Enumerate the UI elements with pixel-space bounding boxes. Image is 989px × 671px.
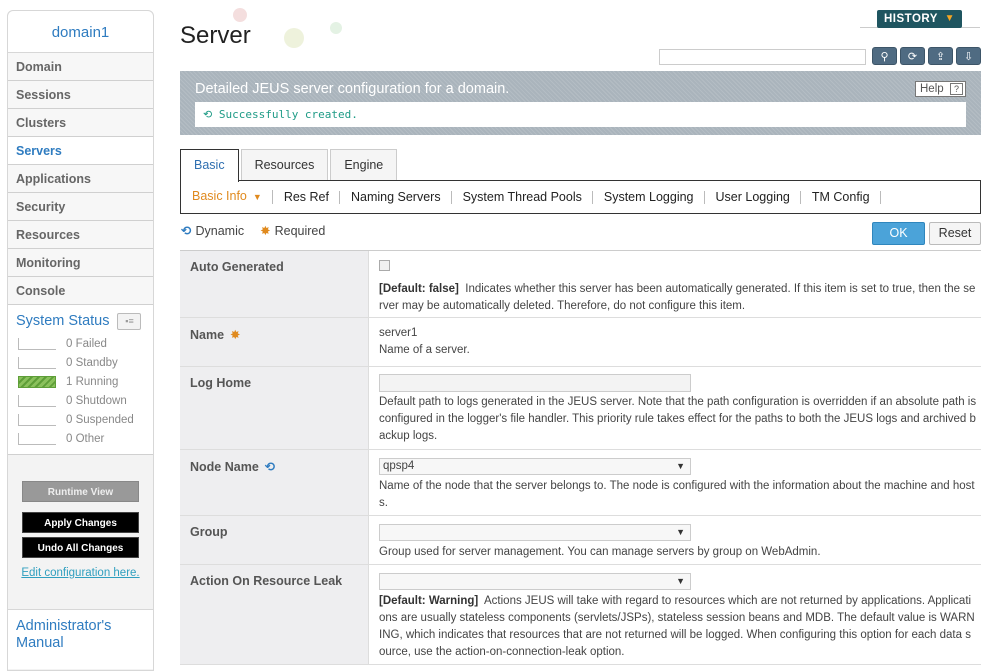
config-form: Auto Generated [Default: false] Indicate… xyxy=(180,250,981,665)
sidebar-item-console[interactable]: Console xyxy=(8,277,153,305)
status-row-running: 1 Running xyxy=(16,372,145,391)
subtab-system-thread-pools[interactable]: System Thread Pools xyxy=(463,190,593,204)
dynamic-icon: ⟲ xyxy=(264,460,276,474)
dynamic-icon: ⟲ xyxy=(181,224,192,238)
chevron-down-icon: ▼ xyxy=(944,13,955,24)
sidebar-item-resources[interactable]: Resources xyxy=(8,221,153,249)
history-button[interactable]: HISTORY ▼ xyxy=(877,10,962,28)
log-home-input[interactable] xyxy=(379,374,691,392)
required-icon: ✸ xyxy=(260,224,271,238)
status-bar xyxy=(18,432,56,445)
form-row-name: Name ✸ server1 Name of a server. xyxy=(180,318,981,367)
subtab-tm-config[interactable]: TM Config xyxy=(812,190,881,204)
status-message: ⟲ Successfully created. xyxy=(195,102,966,127)
tab-resources[interactable]: Resources xyxy=(240,149,329,181)
tab-engine[interactable]: Engine xyxy=(330,149,398,181)
subtab-basic-info[interactable]: Basic Info ▼ xyxy=(192,190,273,204)
sidebar-item-domain[interactable]: Domain xyxy=(8,53,153,81)
undo-changes-button[interactable]: Undo All Changes xyxy=(22,537,139,558)
field-label: Auto Generated xyxy=(180,251,369,317)
status-bar xyxy=(18,394,56,407)
search-icon[interactable]: ⚲ xyxy=(872,47,897,65)
status-row-suspended: 0 Suspended xyxy=(16,410,145,429)
reset-button[interactable]: Reset xyxy=(929,222,981,245)
ok-button[interactable]: OK xyxy=(872,222,925,245)
import-xml-icon[interactable]: ⇩ xyxy=(956,47,981,65)
sidebar-item-security[interactable]: Security xyxy=(8,193,153,221)
subtab-system-logging[interactable]: System Logging xyxy=(604,190,705,204)
system-status-panel: System Status ▪≡ 0 Failed 0 Standby 1 Run… xyxy=(8,305,153,455)
dropdown-arrow-icon: ▼ xyxy=(676,461,685,471)
dropdown-arrow-icon: ▼ xyxy=(676,576,685,586)
tab-bar: Basic Resources Engine xyxy=(180,149,399,182)
refresh-icon[interactable]: ⟳ xyxy=(900,47,925,65)
field-label: Group xyxy=(180,516,369,564)
search-input[interactable] xyxy=(659,49,866,65)
form-row-auto-generated: Auto Generated [Default: false] Indicate… xyxy=(180,251,981,318)
group-select[interactable]: ▼ xyxy=(379,524,691,541)
administrators-manual-link[interactable]: Administrator's Manual xyxy=(8,609,153,669)
form-row-group: Group ▼ Group used for server management… xyxy=(180,516,981,565)
form-row-log-home: Log Home Default path to logs generated … xyxy=(180,367,981,450)
help-button[interactable]: Help? xyxy=(915,81,966,97)
form-row-resource-leak: Action On Resource Leak ▼ [Default: Warn… xyxy=(180,565,981,665)
apply-changes-button[interactable]: Apply Changes xyxy=(22,512,139,533)
status-bar xyxy=(18,413,56,426)
subtab-user-logging[interactable]: User Logging xyxy=(716,190,801,204)
sidebar-item-sessions[interactable]: Sessions xyxy=(8,81,153,109)
field-label: Action On Resource Leak xyxy=(180,565,369,664)
status-bar xyxy=(18,337,56,350)
field-description: Default path to logs generated in the JE… xyxy=(379,396,977,442)
runtime-view-button[interactable]: Runtime View xyxy=(22,481,139,502)
resource-leak-select[interactable]: ▼ xyxy=(379,573,691,590)
status-row-standby: 0 Standby xyxy=(16,353,145,372)
form-row-node-name: Node Name ⟲ qpsp4 ▼ Name of the node that … xyxy=(180,450,981,516)
sidebar-item-servers[interactable]: Servers xyxy=(8,137,153,165)
status-row-failed: 0 Failed xyxy=(16,334,145,353)
decor-circle xyxy=(233,8,247,22)
sidebar-item-monitoring[interactable]: Monitoring xyxy=(8,249,153,277)
auto-generated-checkbox[interactable] xyxy=(379,260,390,271)
node-name-select[interactable]: qpsp4 ▼ xyxy=(379,458,691,475)
legend: ⟲ Dynamic ✸ Required xyxy=(181,223,326,239)
field-description: Group used for server management. You ca… xyxy=(379,546,821,558)
domain-title[interactable]: domain1 xyxy=(8,11,153,53)
question-icon: ? xyxy=(950,83,963,95)
field-label: Node Name xyxy=(190,460,259,474)
export-xml-icon[interactable]: ⇪ xyxy=(928,47,953,65)
caret-down-icon: ▼ xyxy=(252,192,262,202)
dropdown-arrow-icon: ▼ xyxy=(676,527,685,537)
sidebar-item-applications[interactable]: Applications xyxy=(8,165,153,193)
field-description: Name of the node that the server belongs… xyxy=(379,480,975,509)
sidebar-actions: Runtime View Apply Changes Undo All Chan… xyxy=(8,455,153,581)
system-status-title: System Status xyxy=(16,313,110,329)
field-description: Name of a server. xyxy=(379,344,470,356)
edit-configuration-link[interactable]: Edit configuration here. xyxy=(8,566,153,581)
subtab-bar: Basic Info ▼ Res Ref Naming Servers Syste… xyxy=(180,180,981,214)
banner-title: Detailed JEUS server configuration for a… xyxy=(195,81,510,97)
tab-basic[interactable]: Basic xyxy=(180,149,239,182)
status-row-shutdown: 0 Shutdown xyxy=(16,391,145,410)
subtab-naming-servers[interactable]: Naming Servers xyxy=(351,190,452,204)
subtab-res-ref[interactable]: Res Ref xyxy=(284,190,340,204)
name-value: server1 xyxy=(379,327,418,339)
sidebar: domain1 Domain Sessions Clusters Servers… xyxy=(7,10,154,671)
decor-circle xyxy=(284,28,304,48)
field-label: Name xyxy=(190,328,225,342)
status-bar xyxy=(18,356,56,369)
refresh-status-icon: ⟲ xyxy=(203,108,219,121)
sidebar-item-clusters[interactable]: Clusters xyxy=(8,109,153,137)
status-row-other: 0 Other xyxy=(16,429,145,448)
status-bar-running xyxy=(18,375,56,388)
required-icon: ✸ xyxy=(230,328,241,342)
description-banner: Detailed JEUS server configuration for a… xyxy=(180,71,981,135)
page-title: Server xyxy=(180,22,251,49)
decor-circle xyxy=(330,22,342,34)
monitor-icon[interactable]: ▪≡ xyxy=(117,312,142,330)
field-label: Log Home xyxy=(180,367,369,449)
